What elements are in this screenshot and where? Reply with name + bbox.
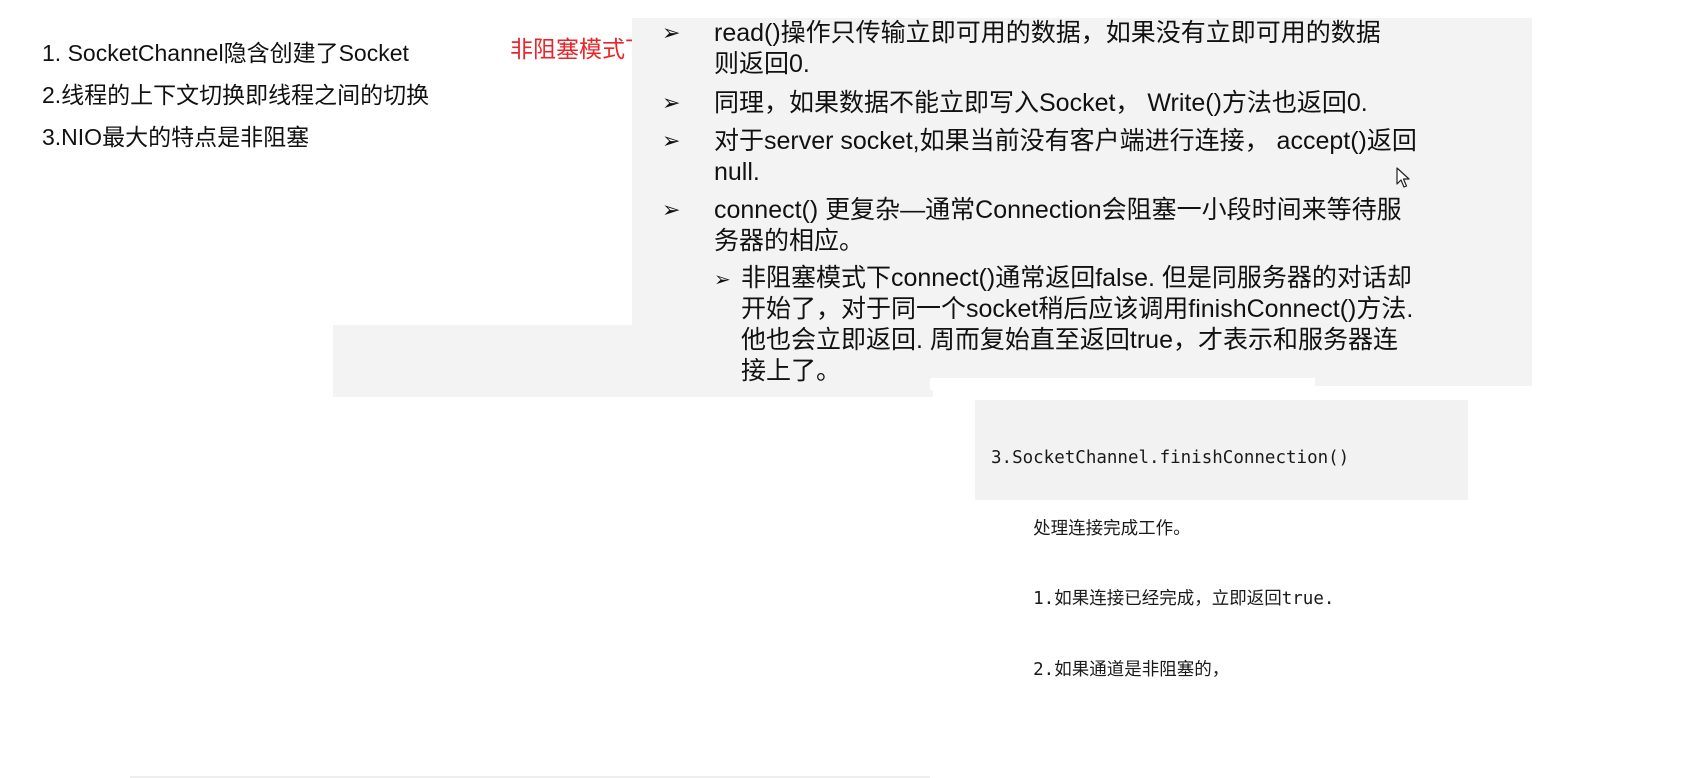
code-snippet-box: 3.SocketChannel.finishConnection() 处理连接完… <box>975 400 1468 680</box>
bullet-line: read()操作只传输立即可用的数据，如果没有立即可用的数据 <box>714 19 1381 47</box>
bullet-line: 对于server socket,如果当前没有客户端进行连接， accept()返… <box>714 127 1417 155</box>
note-item: 1. SocketChannel隐含创建了Socket <box>42 40 409 66</box>
nonblocking-mode-label: 非阻塞模式下 <box>510 36 648 62</box>
bullet-line: null. <box>714 158 760 186</box>
bullet-arrow-icon: ➢ <box>714 267 731 291</box>
note-item: 2.线程的上下文切换即线程之间的切换 <box>42 82 430 108</box>
mouse-cursor-icon <box>1396 167 1410 188</box>
sub-bullet-text: 非阻塞模式下connect()通常返回false. 但是同服务器的对话却 开始了… <box>741 263 1511 387</box>
bullet-line: 开始了，对于同一个socket稍后应该调用finishConnect()方法. <box>741 295 1414 323</box>
bullet-arrow-icon: ➢ <box>662 129 681 154</box>
bullet-text: connect() 更复杂—通常Connection会阻塞一小段时间来等待服 务… <box>714 195 1484 257</box>
bullet-line: 同理，如果数据不能立即写入Socket， Write()方法也返回0. <box>714 89 1368 117</box>
bullet-line: 接上了。 <box>741 357 842 385</box>
bullet-line: 他也会立即返回. 周而复始直至返回true，才表示和服务器连 <box>741 326 1398 354</box>
code-line: 1.如果连接已经完成，立即返回true. <box>991 589 1335 609</box>
bullet-line: 务器的相应。 <box>714 227 865 255</box>
notes-list: 1. SocketChannel隐含创建了Socket 2.线程的上下文切换即线… <box>42 32 429 158</box>
code-line: 2.如果通道是非阻塞的， <box>991 659 1230 680</box>
bullet-line: connect() 更复杂—通常Connection会阻塞一小段时间来等待服 <box>714 196 1402 224</box>
code-line: 3.SocketChannel.finishConnection() <box>991 448 1350 468</box>
bullet-line: 则返回0. <box>714 50 810 78</box>
note-item: 3.NIO最大的特点是非阻塞 <box>42 124 310 150</box>
bullet-arrow-icon: ➢ <box>662 21 681 46</box>
code-snippet: 3.SocketChannel.finishConnection() 处理连接完… <box>991 400 1349 729</box>
bullet-text: read()操作只传输立即可用的数据，如果没有立即可用的数据 则返回0. <box>714 18 1484 80</box>
bullet-arrow-icon: ➢ <box>662 198 681 223</box>
bullet-text: 对于server socket,如果当前没有客户端进行连接， accept()返… <box>714 126 1484 188</box>
bullet-line: 非阻塞模式下connect()通常返回false. 但是同服务器的对话却 <box>741 264 1412 292</box>
bullet-text: 同理，如果数据不能立即写入Socket， Write()方法也返回0. <box>714 88 1484 119</box>
bullet-arrow-icon: ➢ <box>662 91 681 116</box>
code-line: 处理连接完成工作。 <box>991 518 1191 539</box>
